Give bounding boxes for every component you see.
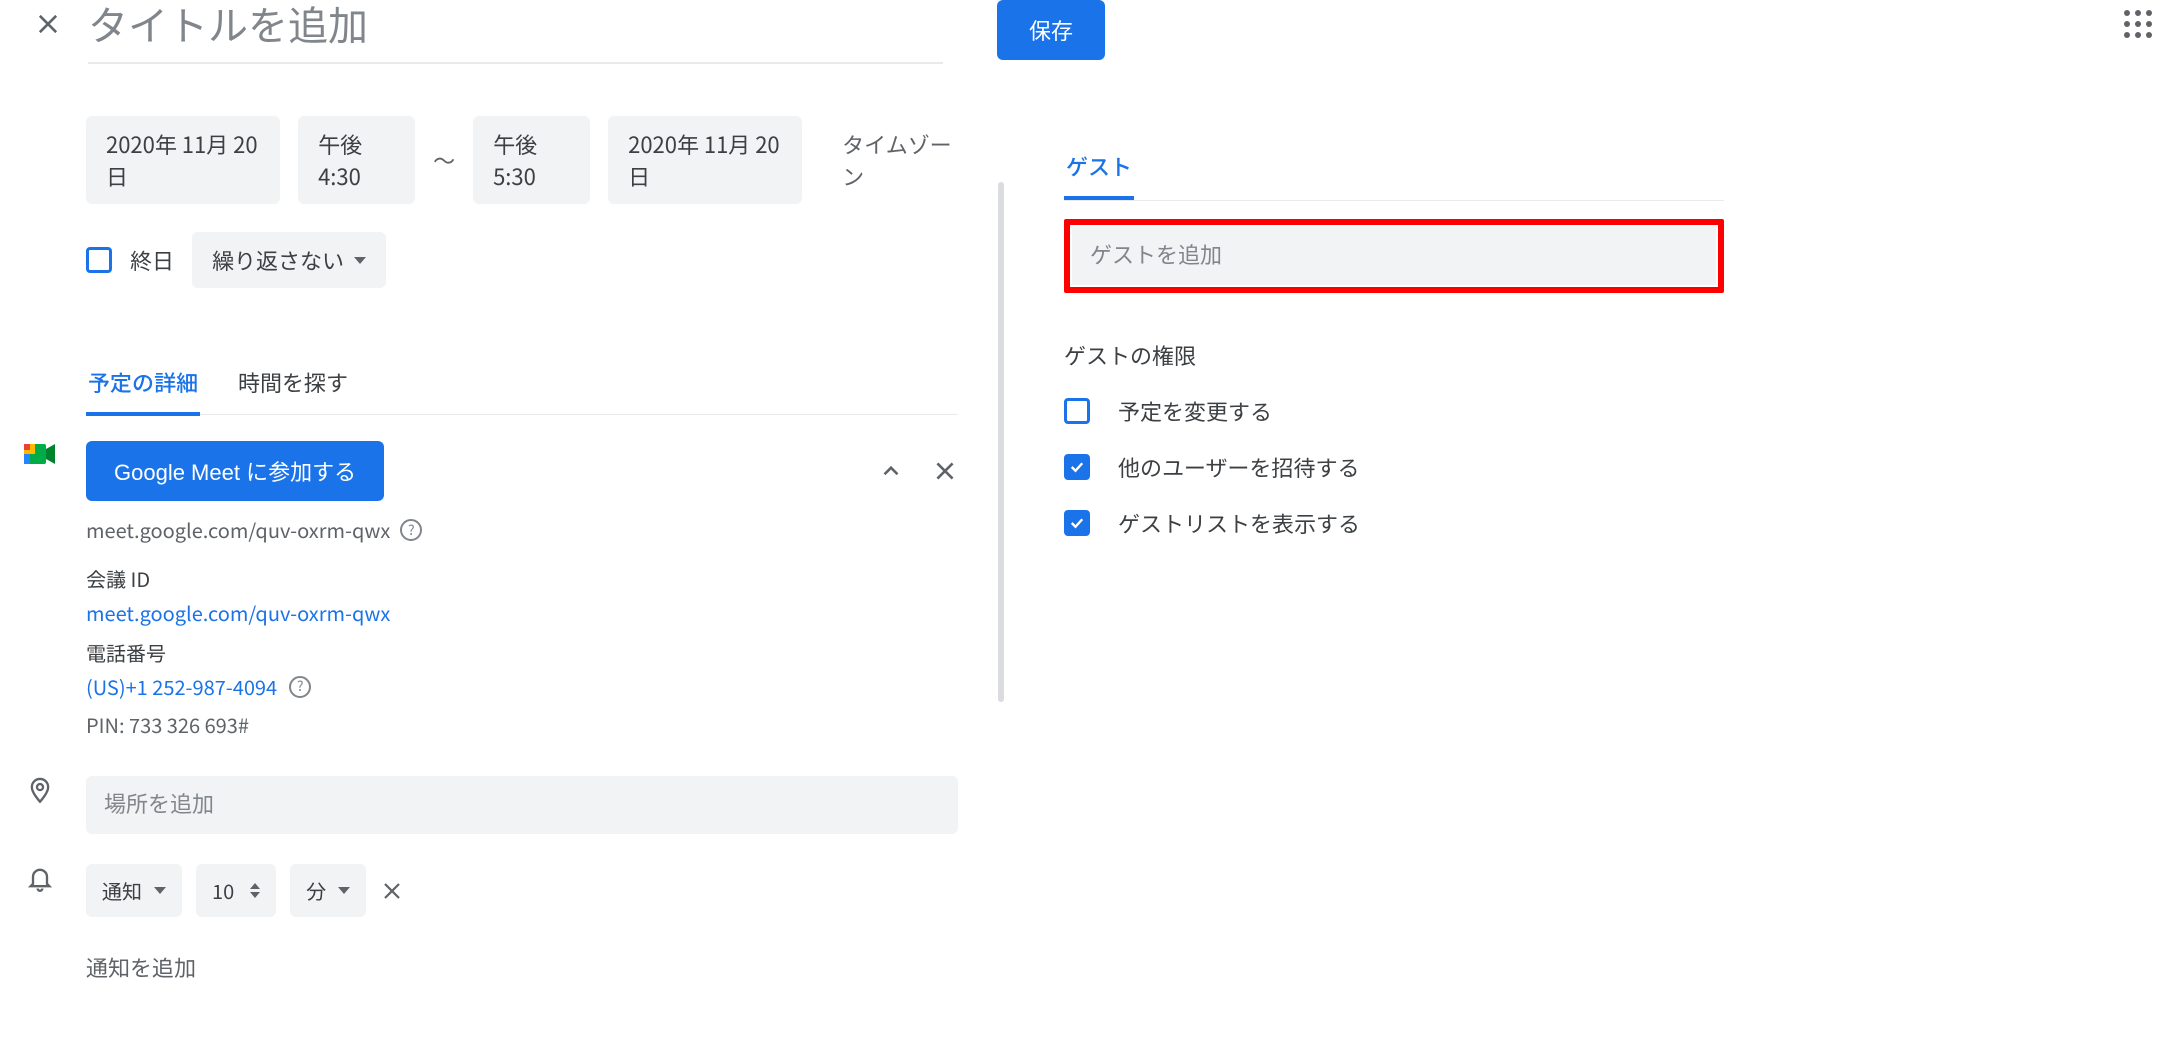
notification-icon [20, 864, 60, 983]
meet-url-text: meet.google.com/quv-oxrm-qwx [86, 515, 390, 544]
add-guests-highlight [1064, 219, 1724, 293]
guest-permissions-title: ゲストの権限 [1064, 339, 1724, 371]
timezone-link[interactable]: タイムゾーン [842, 128, 958, 192]
perm-see-checkbox[interactable] [1064, 510, 1090, 536]
meeting-id-label: 会議 ID [86, 562, 958, 596]
all-day-label: 終日 [130, 244, 174, 276]
help-icon[interactable]: ? [400, 519, 422, 541]
remove-meet-icon[interactable] [932, 458, 958, 484]
repeat-select[interactable]: 繰り返さない [192, 232, 386, 288]
notification-value: 10 [212, 876, 234, 905]
phone-number-link[interactable]: (US)+1 252-987-4094 [86, 670, 277, 704]
save-button[interactable]: 保存 [997, 0, 1105, 60]
tab-event-details[interactable]: 予定の詳細 [86, 366, 200, 416]
meeting-id-link[interactable]: meet.google.com/quv-oxrm-qwx [86, 596, 958, 630]
close-button[interactable] [30, 6, 66, 42]
google-apps-icon[interactable] [2120, 6, 2156, 42]
perm-invite-label: 他のユーザーを招待する [1118, 451, 1360, 483]
notification-value-stepper[interactable]: 10 [196, 864, 276, 917]
perm-see-label: ゲストリストを表示する [1118, 507, 1360, 539]
collapse-meet-icon[interactable] [878, 458, 904, 484]
event-title-input[interactable] [88, 0, 943, 64]
end-time-chip[interactable]: 午後5:30 [473, 116, 590, 204]
join-meet-button[interactable]: Google Meet に参加する [86, 441, 384, 501]
phone-help-icon[interactable]: ? [289, 676, 311, 698]
all-day-checkbox[interactable] [86, 247, 112, 273]
tab-find-time[interactable]: 時間を探す [236, 366, 350, 414]
stepper-icon [250, 883, 260, 898]
end-date-chip[interactable]: 2020年 11月 20日 [608, 116, 802, 204]
start-time-chip[interactable]: 午後4:30 [298, 116, 415, 204]
notification-type-select[interactable]: 通知 [86, 864, 182, 917]
chevron-down-icon [338, 887, 350, 894]
start-date-chip[interactable]: 2020年 11月 20日 [86, 116, 280, 204]
notification-unit-label: 分 [306, 876, 326, 905]
perm-invite-checkbox[interactable] [1064, 454, 1090, 480]
google-meet-icon [20, 441, 60, 742]
chevron-down-icon [154, 887, 166, 894]
chevron-down-icon [354, 257, 366, 264]
perm-modify-label: 予定を変更する [1118, 395, 1272, 427]
add-notification-link[interactable]: 通知を追加 [86, 951, 958, 983]
repeat-select-label: 繰り返さない [212, 244, 344, 276]
location-input[interactable] [86, 776, 958, 834]
phone-number-label: 電話番号 [86, 636, 958, 670]
scrollbar[interactable] [998, 182, 1004, 702]
notification-unit-select[interactable]: 分 [290, 864, 366, 917]
tab-guests[interactable]: ゲスト [1064, 150, 1134, 200]
remove-notification-button[interactable] [380, 879, 404, 903]
location-icon [20, 776, 60, 834]
pin-text: PIN: 733 326 693# [86, 708, 958, 742]
perm-modify-checkbox[interactable] [1064, 398, 1090, 424]
add-guests-input[interactable] [1072, 227, 1716, 285]
notification-type-label: 通知 [102, 876, 142, 905]
time-separator: 〜 [433, 144, 455, 176]
